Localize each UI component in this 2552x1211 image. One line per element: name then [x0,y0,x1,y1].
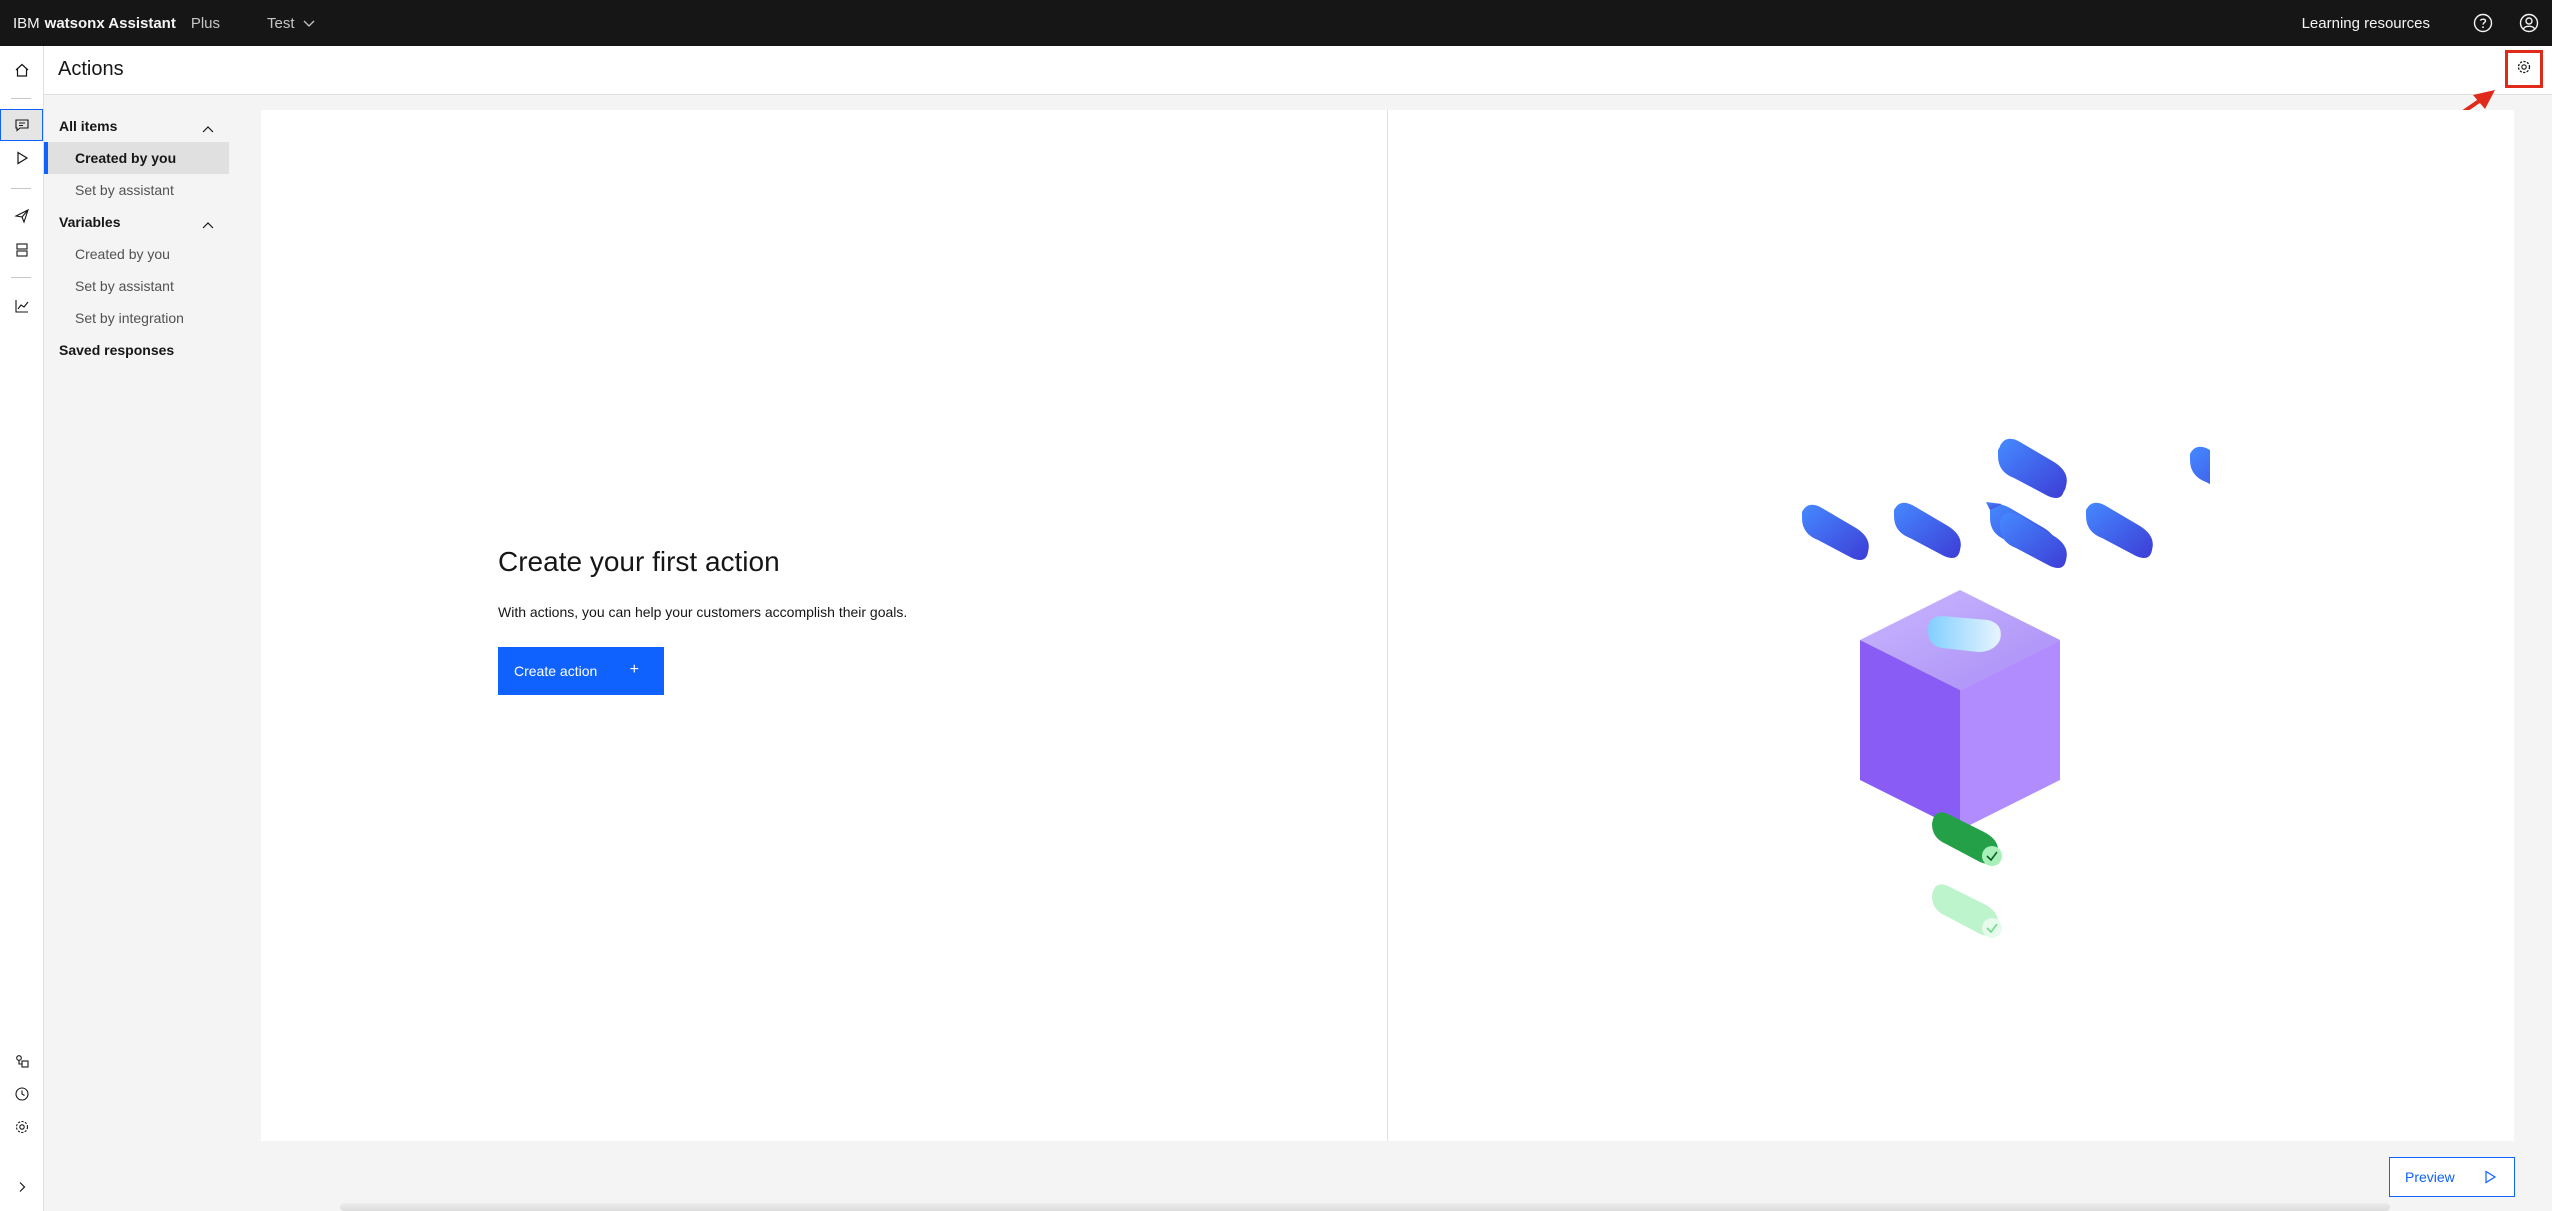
chevron-down-icon [303,15,315,32]
expand-rail-icon[interactable] [0,1171,43,1203]
nav-var-set-by-assistant[interactable]: Set by assistant [44,270,229,302]
nav-saved-responses-label: Saved responses [59,342,175,358]
nav-item-label: Set by assistant [75,182,174,198]
nav-item-label: Set by assistant [75,278,174,294]
chevron-up-icon [202,216,214,232]
plan-label: Plus [190,14,221,32]
brand-name: watsonx Assistant [44,14,176,32]
page-title: Actions [58,58,124,80]
nav-item-label: Created by you [75,150,177,166]
nav-all-set-by-assistant[interactable]: Set by assistant [44,174,229,206]
analytics-icon[interactable] [0,290,43,322]
page-header: Actions [44,46,2552,95]
top-bar: IBM watsonx Assistant Plus Test Learning… [0,0,2552,46]
rail-divider [11,98,31,99]
nav-saved-responses[interactable]: Saved responses [44,334,229,366]
create-action-label: Create action [514,663,598,679]
nav-all-items-label: All items [59,118,118,134]
history-icon[interactable] [0,1078,43,1110]
global-settings-button[interactable] [2505,50,2543,88]
nav-var-created-by-you[interactable]: Created by you [44,238,229,270]
environments-icon[interactable] [0,234,43,266]
assistant-name: Test [267,14,295,32]
nav-var-set-by-integration[interactable]: Set by integration [44,302,229,334]
nav-all-items[interactable]: All items [44,110,229,142]
settings-icon[interactable] [0,1111,43,1143]
gear-icon [2516,59,2532,80]
assistant-switcher[interactable]: Test [267,15,315,32]
empty-state-title: Create your first action [498,546,780,577]
rail-divider [11,277,31,278]
help-icon[interactable] [2460,0,2506,46]
nav-variables-label: Variables [59,214,121,230]
empty-state-panel: Create your first action With actions, y… [261,110,2514,1141]
empty-state-description: With actions, you can help your customer… [498,604,908,620]
preview-play-icon[interactable] [0,142,43,174]
preview-button[interactable]: Preview [2389,1157,2515,1197]
play-icon [2482,1169,2498,1188]
bottom-edge-shadow [340,1203,2390,1211]
integrations-icon[interactable] [0,1045,43,1077]
nav-item-label: Set by integration [75,310,184,326]
preview-label: Preview [2405,1169,2455,1185]
brand-ibm: IBM [13,14,40,32]
home-icon[interactable] [0,54,43,86]
actions-illustration [1802,438,2210,938]
user-profile-icon[interactable] [2506,0,2552,46]
chevron-up-icon [202,120,214,136]
nav-item-label: Created by you [75,246,170,262]
create-action-button[interactable]: Create action + [498,647,664,695]
side-rail [0,46,44,1211]
product-name[interactable]: IBM watsonx Assistant Plus [13,15,220,32]
panel-divider [1387,110,1388,1141]
rail-divider [11,188,31,189]
actions-secondary-nav: All items Created by you Set by assistan… [44,110,229,366]
nav-variables[interactable]: Variables [44,206,229,238]
plus-icon: + [629,661,639,678]
nav-all-created-by-you[interactable]: Created by you [44,142,229,174]
learning-resources-link[interactable]: Learning resources [2302,15,2430,32]
publish-icon[interactable] [0,200,43,232]
actions-icon[interactable] [0,109,43,141]
